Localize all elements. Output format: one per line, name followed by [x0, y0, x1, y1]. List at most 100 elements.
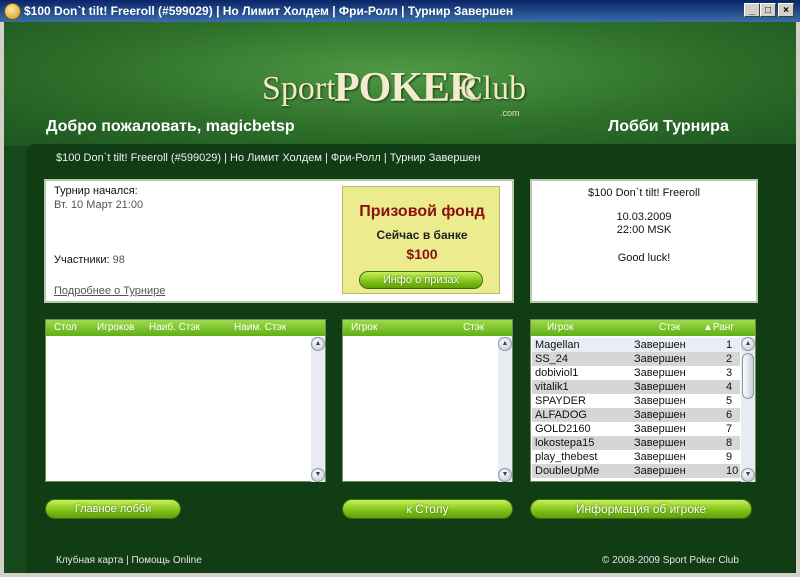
participants-label: Участники:: [54, 254, 110, 266]
player-rank: 1: [726, 339, 733, 351]
player-name: Magellan: [535, 339, 580, 351]
col-max-stack[interactable]: Наиб. Стэк: [149, 322, 200, 333]
player-name: GOLD2160: [535, 423, 591, 435]
player-name: SPAYDER: [535, 395, 586, 407]
close-button[interactable]: ×: [778, 3, 794, 17]
player-name: dobiviol1: [535, 367, 579, 379]
prize-info-button[interactable]: Инфо о призах: [359, 271, 483, 289]
tournament-details-link[interactable]: Подробнее о Турнире: [54, 285, 165, 297]
site-logo: Sport POKER Club .com: [262, 62, 552, 118]
players-scrollbar[interactable]: ▲ ▼: [741, 337, 755, 482]
player-row[interactable]: vitalik1 Завершен 4: [532, 380, 740, 394]
logo-club: Club: [460, 70, 527, 107]
player-row[interactable]: SPAYDER Завершен 5: [532, 394, 740, 408]
tables-scrollbar[interactable]: ▲ ▼: [311, 337, 325, 482]
player-status: Завершен: [634, 381, 686, 393]
player-status: Завершен: [634, 451, 686, 463]
player-status: Завершен: [634, 367, 686, 379]
table-players-header: Игрок Стэк: [343, 320, 512, 336]
info-message: Good luck!: [617, 252, 671, 264]
player-rank: 3: [726, 367, 733, 379]
scroll-down-icon[interactable]: ▼: [311, 468, 325, 482]
copyright: © 2008-2009 Sport Poker Club: [602, 555, 739, 566]
page-title: Лобби Турнира: [608, 118, 729, 135]
player-name: vitalik1: [535, 381, 569, 393]
player-name: DoubleUpMe: [535, 465, 600, 477]
info-date: 10.03.2009: [616, 211, 672, 223]
prize-subtitle: Сейчас в банке: [376, 228, 468, 242]
player-info-button[interactable]: Информация об игроке: [530, 499, 752, 519]
header-banner: Sport POKER Club .com Добро пожаловать, …: [4, 22, 796, 146]
player-rank: 10: [726, 465, 739, 477]
player-status: Завершен: [634, 353, 686, 365]
player-status: Завершен: [634, 465, 686, 477]
app-chip-icon: [4, 3, 21, 20]
player-rank: 5: [726, 395, 733, 407]
player-row[interactable]: GOLD2160 Завершен 7: [532, 422, 740, 436]
app-window: $100 Don`t tilt! Freeroll (#599029) | Но…: [0, 0, 800, 577]
player-name: lokostepa15: [535, 437, 595, 449]
player-rank: 6: [726, 409, 733, 421]
player-status: Завершен: [634, 395, 686, 407]
participants-value: 98: [112, 254, 125, 266]
participants: Участники: 98: [54, 254, 125, 266]
scroll-thumb[interactable]: [742, 353, 754, 399]
table-players-list[interactable]: Игрок Стэк ▲ ▼: [342, 319, 513, 482]
col-player[interactable]: Игрок: [351, 322, 377, 333]
footer-links[interactable]: Клубная карта | Помощь Online: [56, 555, 202, 566]
title-bar: $100 Don`t tilt! Freeroll (#599029) | Но…: [0, 0, 800, 22]
scroll-up-icon[interactable]: ▲: [741, 337, 755, 351]
player-row[interactable]: play_thebest Завершен 9: [532, 450, 740, 464]
player-row[interactable]: ALFADOG Завершен 6: [532, 408, 740, 422]
started-label: Турнир начался:: [54, 185, 138, 197]
prize-title: Призовой фонд: [359, 203, 485, 220]
minimize-button[interactable]: _: [744, 3, 760, 17]
col-rank[interactable]: ▲Ранг: [703, 322, 734, 333]
main-lobby-button[interactable]: Главное лобби: [45, 499, 181, 519]
player-name: ALFADOG: [535, 409, 587, 421]
players-ranking-list[interactable]: Игрок Стэк ▲Ранг Magellan Завершен 1 SS_24 З…: [530, 319, 756, 482]
welcome-text: Добро пожаловать, magicbetsp: [46, 118, 295, 135]
players-ranking-header: Игрок Стэк ▲Ранг: [531, 320, 755, 336]
prize-amount: $100: [406, 246, 438, 262]
player-row[interactable]: lokostepa15 Завершен 8: [532, 436, 740, 450]
scroll-up-icon[interactable]: ▲: [311, 337, 325, 351]
scroll-down-icon[interactable]: ▼: [498, 468, 512, 482]
col-player[interactable]: Игрок: [547, 322, 573, 333]
player-row[interactable]: Magellan Завершен 1: [532, 338, 740, 352]
player-status: Завершен: [634, 423, 686, 435]
col-min-stack[interactable]: Наим. Стэк: [234, 322, 286, 333]
col-stack[interactable]: Стэк: [659, 322, 680, 333]
breadcrumb: $100 Don`t tilt! Freeroll (#599029) | Но…: [56, 152, 481, 164]
table-players-scrollbar[interactable]: ▲ ▼: [498, 337, 512, 482]
col-players[interactable]: Игроков: [97, 322, 134, 333]
player-row[interactable]: DoubleUpMe Завершен 10: [532, 464, 740, 478]
window-title: $100 Don`t tilt! Freeroll (#599029) | Но…: [24, 4, 514, 18]
player-status: Завершен: [634, 409, 686, 421]
logo-com: .com: [500, 108, 520, 118]
maximize-button[interactable]: □: [760, 3, 776, 17]
col-table[interactable]: Стол: [54, 322, 77, 333]
player-row[interactable]: SS_24 Завершен 2: [532, 352, 740, 366]
player-name: SS_24: [535, 353, 569, 365]
player-rank: 7: [726, 423, 733, 435]
player-name: play_thebest: [535, 451, 598, 463]
logo-sport: Sport: [262, 70, 336, 107]
scroll-up-icon[interactable]: ▲: [498, 337, 512, 351]
tournament-panel: Турнир начался: Вт. 10 Март 21:00 Участн…: [44, 179, 514, 303]
started-date: Вт. 10 Март 21:00: [54, 199, 144, 211]
to-table-button[interactable]: к Столу: [342, 499, 513, 519]
player-row[interactable]: dobiviol1 Завершен 3: [532, 366, 740, 380]
player-status: Завершен: [634, 339, 686, 351]
tables-list[interactable]: Стол Игроков Наиб. Стэк Наим. Стэк ▲ ▼: [45, 319, 326, 482]
scroll-down-icon[interactable]: ▼: [741, 468, 755, 482]
info-time: 22:00 MSK: [616, 224, 672, 236]
player-rank: 2: [726, 353, 733, 365]
player-rank: 8: [726, 437, 733, 449]
player-rank: 9: [726, 451, 733, 463]
player-status: Завершен: [634, 437, 686, 449]
logo-poker: POKER: [334, 65, 479, 111]
tables-list-header: Стол Игроков Наиб. Стэк Наим. Стэк: [46, 320, 325, 336]
col-stack[interactable]: Стэк: [463, 322, 484, 333]
tournament-info-panel: $100 Don`t tilt! Freeroll 10.03.2009 22:…: [530, 179, 758, 303]
